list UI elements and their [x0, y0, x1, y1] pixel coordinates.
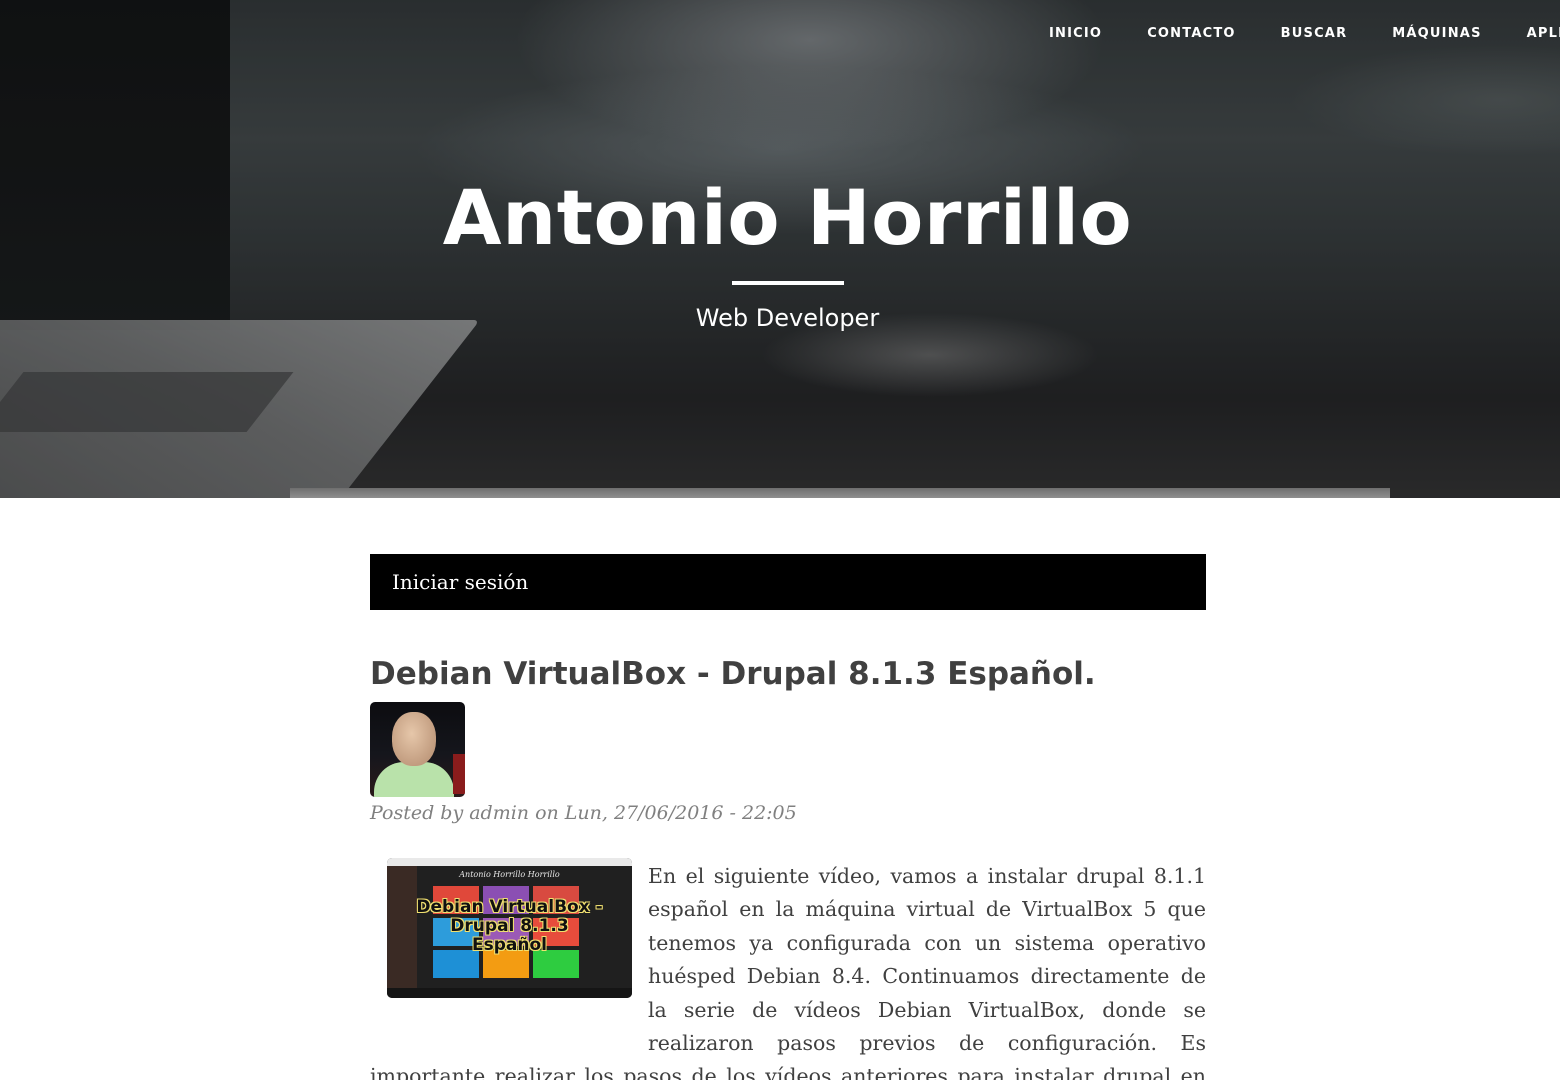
avatar-shirt — [374, 762, 454, 797]
nav-item-inicio[interactable]: INICIO — [1049, 25, 1102, 43]
thumbnail-spacer — [370, 860, 648, 1030]
post-body: En el siguiente vídeo, vamos a instalar … — [370, 860, 1206, 1080]
login-button[interactable]: Iniciar sesión — [370, 554, 1206, 610]
main-nav: INICIO CONTACTO BUSCAR MÁQUINAS APLICA — [1049, 25, 1560, 43]
hero-header: INICIO CONTACTO BUSCAR MÁQUINAS APLICA A… — [0, 0, 1560, 498]
nav-item-maquinas[interactable]: MÁQUINAS — [1392, 25, 1481, 43]
author-avatar[interactable] — [370, 702, 465, 797]
nav-item-buscar[interactable]: BUSCAR — [1281, 25, 1348, 43]
nav-item-aplicaciones[interactable]: APLICA — [1527, 25, 1560, 43]
post-meta: Posted by admin on Lun, 27/06/2016 - 22:… — [370, 802, 797, 824]
title-divider — [732, 281, 844, 285]
avatar-face — [392, 712, 436, 766]
nav-item-contacto[interactable]: CONTACTO — [1147, 25, 1235, 43]
site-subtitle: Web Developer — [695, 304, 880, 332]
post-title[interactable]: Debian VirtualBox - Drupal 8.1.3 Español… — [370, 652, 1270, 696]
site-title: Antonio Horrillo — [442, 173, 1133, 262]
avatar-background-accent — [453, 754, 465, 794]
